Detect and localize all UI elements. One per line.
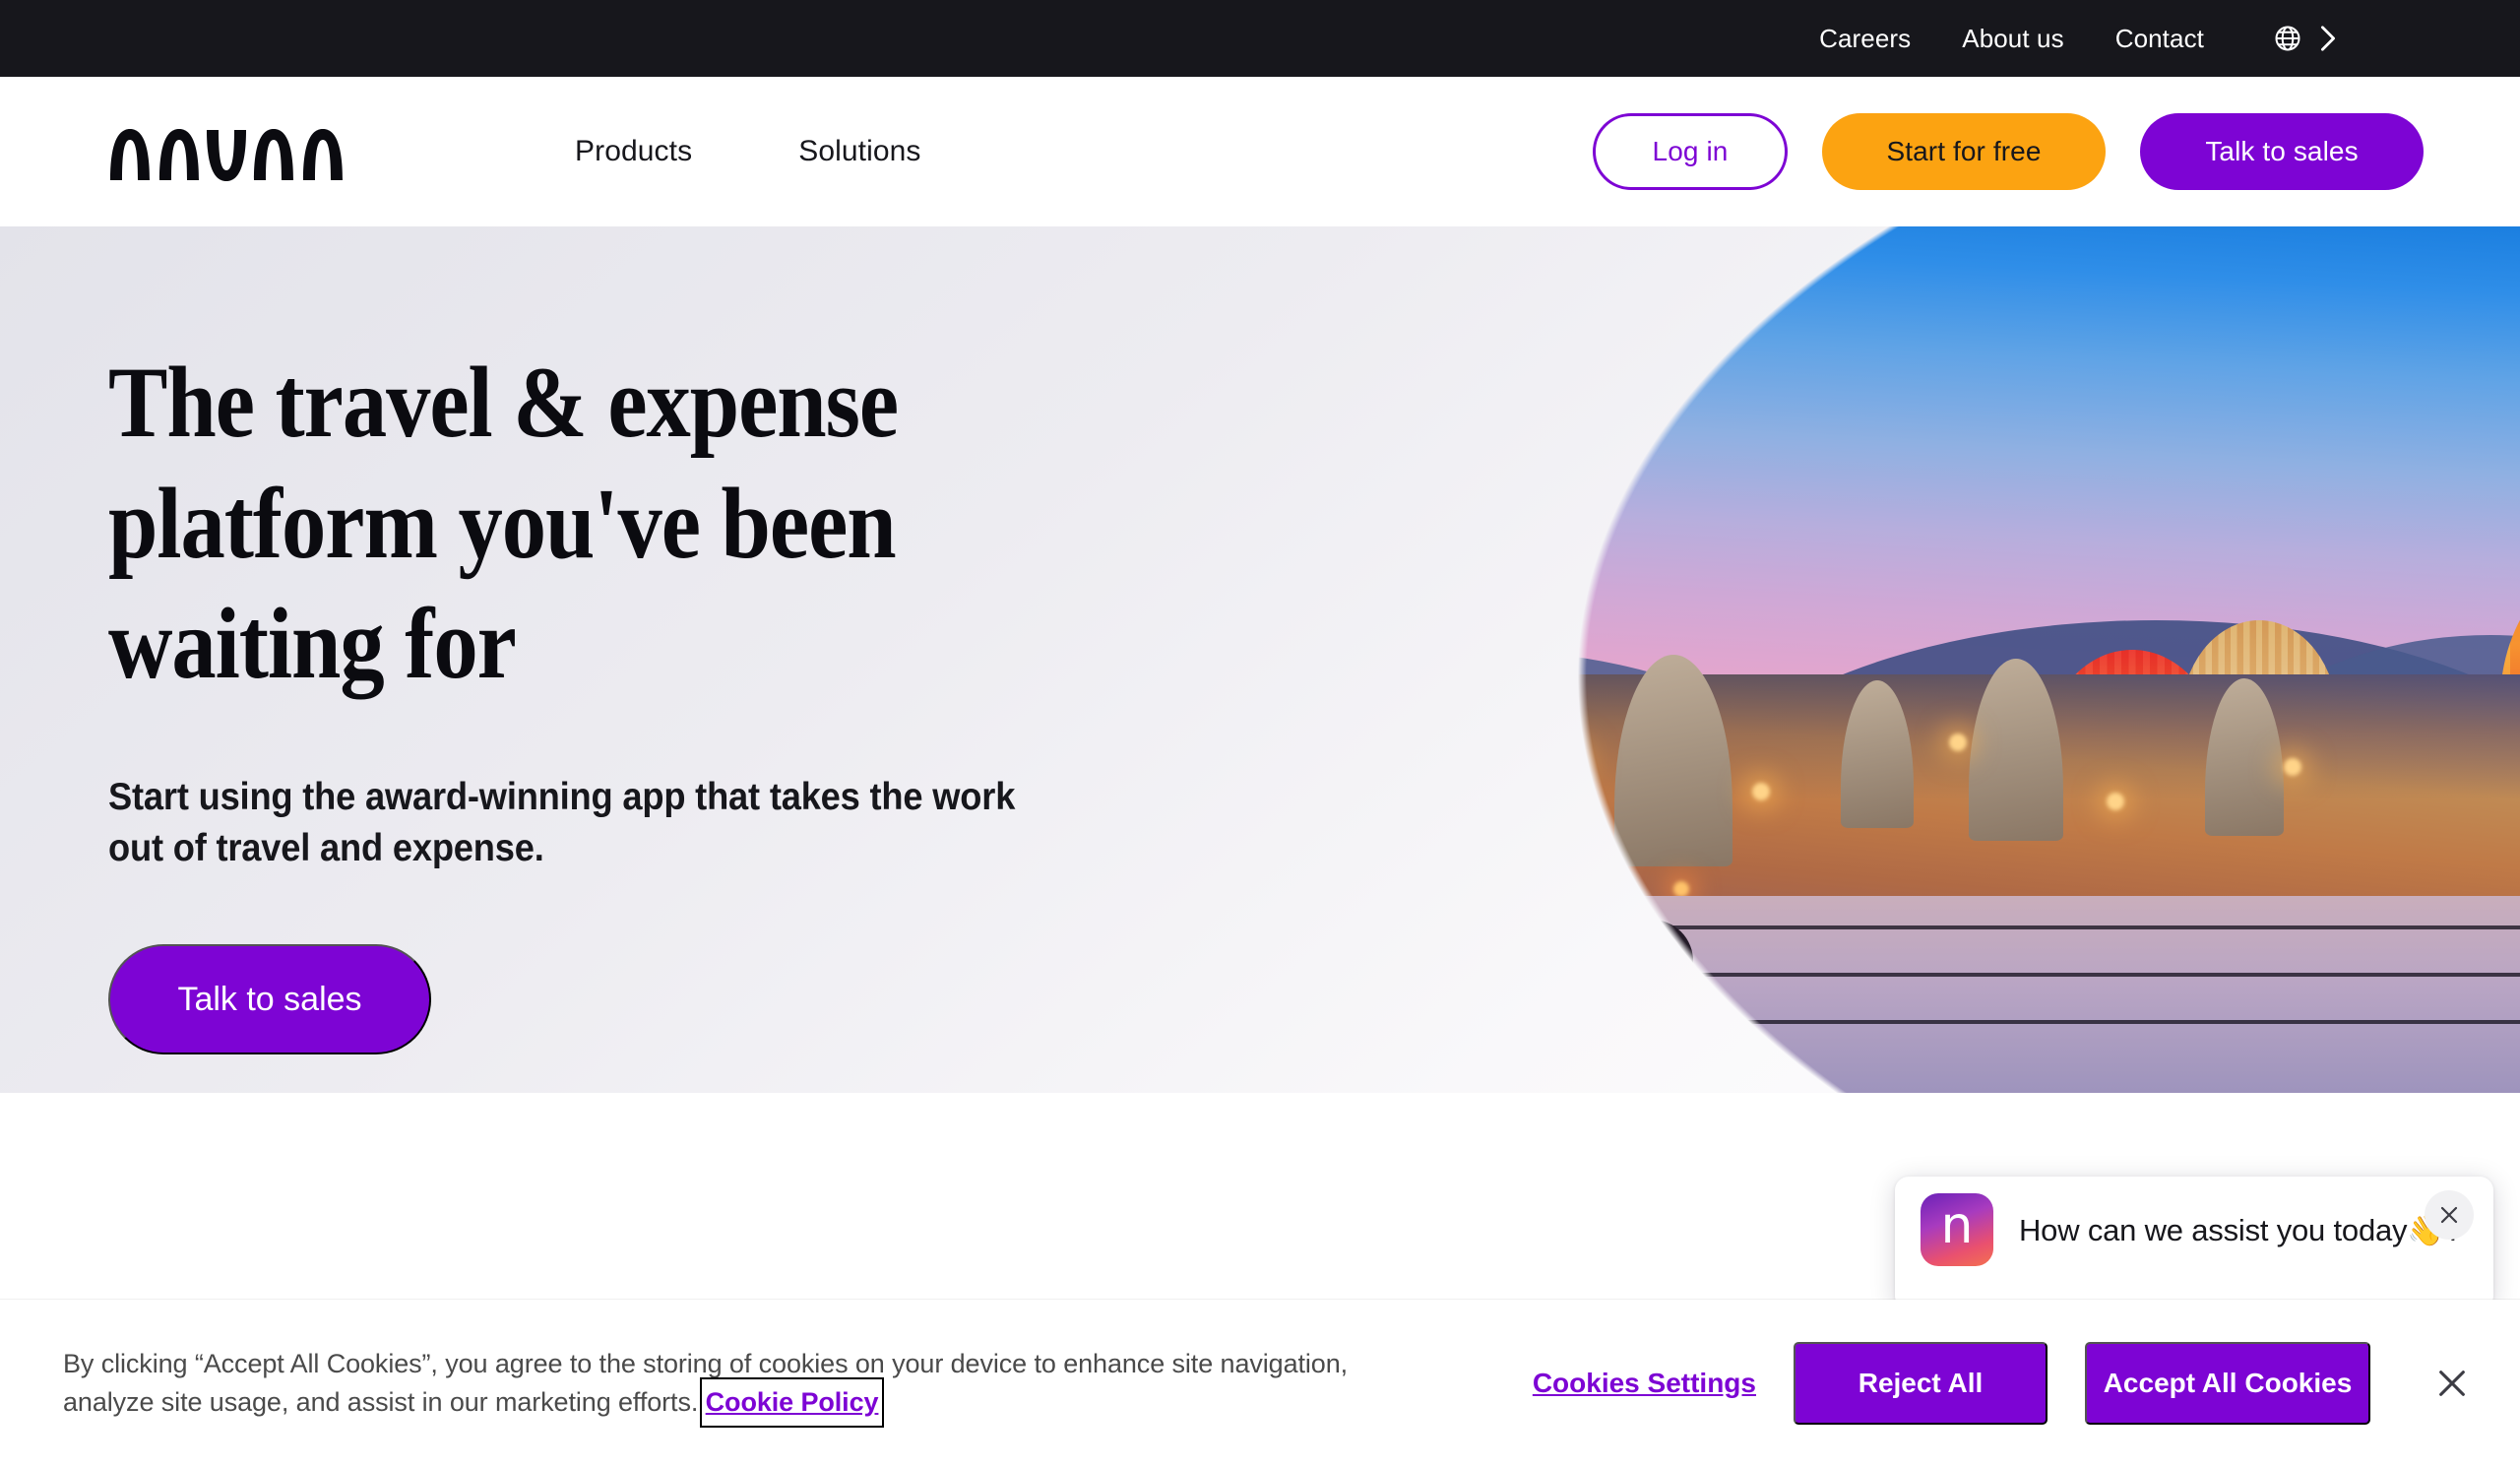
nav-item-products[interactable]: Products xyxy=(575,135,692,168)
talk-to-sales-button-header[interactable]: Talk to sales xyxy=(2140,113,2424,190)
hero-headline: The travel & expense platform you've bee… xyxy=(108,347,899,701)
chat-message: How can we assist you today👋? xyxy=(2019,1212,2462,1247)
hero-section: The travel & expense platform you've bee… xyxy=(0,226,2520,1093)
primary-navigation: Products Solutions xyxy=(575,135,1028,168)
nav-item-solutions[interactable]: Solutions xyxy=(798,135,920,168)
globe-icon xyxy=(2275,26,2300,51)
cookie-policy-link[interactable]: Cookie Policy xyxy=(699,1376,885,1429)
accept-all-cookies-button[interactable]: Accept All Cookies xyxy=(2085,1342,2370,1425)
cookie-banner-actions: Cookies Settings Reject All Accept All C… xyxy=(1533,1342,2479,1425)
close-icon xyxy=(2439,1371,2465,1396)
cookie-banner-close-button[interactable] xyxy=(2426,1357,2479,1410)
site-header: navan Products Solutions Log in Start fo… xyxy=(0,77,2520,226)
topbar-link-contact[interactable]: Contact xyxy=(2115,24,2204,54)
chat-avatar: n xyxy=(1921,1193,1993,1266)
navan-homepage: Careers About us Contact navan xyxy=(0,0,2520,1467)
header-actions: Log in Start for free Talk to sales xyxy=(1593,113,2424,190)
reject-all-button[interactable]: Reject All xyxy=(1794,1342,2048,1425)
close-icon xyxy=(2440,1206,2458,1224)
cookie-consent-banner: By clicking “Accept All Cookies”, you ag… xyxy=(0,1300,2520,1467)
talk-to-sales-button-hero[interactable]: Talk to sales xyxy=(108,944,431,1055)
chat-message-row: n How can we assist you today👋? xyxy=(1895,1177,2493,1283)
topbar-link-careers[interactable]: Careers xyxy=(1819,24,1911,54)
chevron-right-icon xyxy=(2321,26,2335,51)
chat-widget[interactable]: n How can we assist you today👋? xyxy=(1895,1177,2493,1309)
cookie-banner-text: By clicking “Accept All Cookies”, you ag… xyxy=(63,1345,1402,1429)
chat-close-button[interactable] xyxy=(2425,1190,2474,1240)
navan-logo[interactable]: navan xyxy=(108,121,350,182)
start-for-free-button[interactable]: Start for free xyxy=(1822,113,2106,190)
hero-subheadline: Start using the award-winning app that t… xyxy=(108,775,1016,869)
hero-content: The travel & expense platform you've bee… xyxy=(108,343,1211,1055)
utility-top-bar: Careers About us Contact xyxy=(0,0,2520,77)
cookies-settings-link[interactable]: Cookies Settings xyxy=(1533,1368,1756,1399)
motorcycle xyxy=(1437,859,1693,1002)
topbar-link-about-us[interactable]: About us xyxy=(1962,24,2063,54)
login-button[interactable]: Log in xyxy=(1593,113,1788,190)
language-selector[interactable] xyxy=(2273,24,2338,53)
